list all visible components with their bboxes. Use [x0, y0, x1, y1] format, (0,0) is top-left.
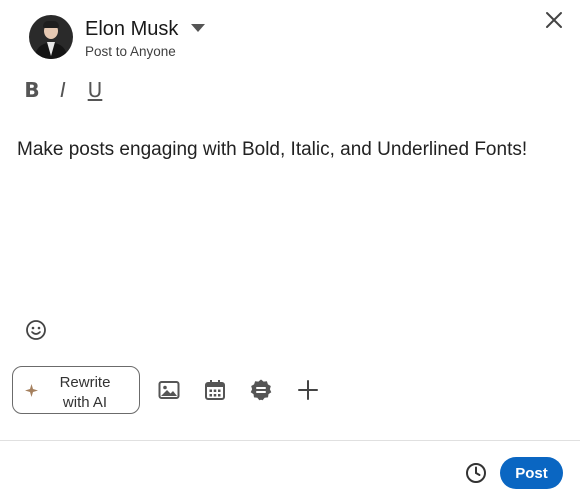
plus-icon[interactable]: [296, 378, 320, 402]
rewrite-label-line1: Rewrite: [59, 374, 111, 391]
image-icon[interactable]: [157, 378, 181, 402]
post-text-editor[interactable]: Make posts engaging with Bold, Italic, a…: [17, 139, 527, 161]
underline-button[interactable]: U: [85, 78, 105, 102]
sparkle-icon: [25, 384, 38, 397]
avatar-hair: [43, 21, 59, 28]
footer-divider: [0, 440, 580, 441]
italic-button[interactable]: I: [53, 78, 73, 102]
rewrite-with-ai-button[interactable]: Rewrite with AI: [12, 366, 140, 414]
emoji-icon[interactable]: [25, 319, 47, 341]
badge-icon[interactable]: [249, 378, 273, 402]
calendar-icon[interactable]: [203, 378, 227, 402]
rewrite-label: Rewrite with AI: [45, 373, 125, 413]
post-button[interactable]: Post: [500, 457, 563, 489]
clock-icon[interactable]: [465, 462, 487, 484]
close-icon[interactable]: [544, 10, 564, 30]
audience-label[interactable]: Post to Anyone: [85, 44, 176, 59]
avatar[interactable]: [29, 15, 73, 59]
chevron-down-icon[interactable]: [191, 24, 205, 32]
rewrite-label-line2: with AI: [62, 394, 108, 411]
author-name[interactable]: Elon Musk: [85, 18, 178, 41]
bold-button[interactable]: B: [22, 78, 42, 102]
